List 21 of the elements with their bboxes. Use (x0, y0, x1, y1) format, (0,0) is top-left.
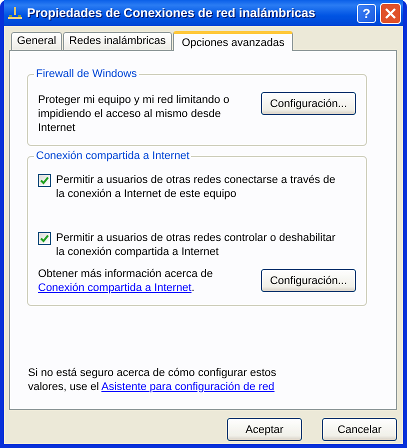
settings-button[interactable]: Configuración... (260, 269, 356, 292)
group-title: Conexión compartida a Internet (34, 150, 192, 163)
help-button[interactable]: ? (357, 4, 376, 22)
help-text: Si no está seguro acerca de cómo configurar estos valores, use el Asistente para configuración de red (28, 366, 278, 394)
tab[interactable]: General (11, 32, 62, 50)
description-text: Proteger mi equipo y mi red limitando o impidiendo el acceso al mismo desde Internet (38, 93, 230, 135)
tab[interactable]: Redes inalámbricas (63, 32, 172, 50)
checkbox[interactable] (38, 174, 51, 187)
info-link[interactable]: Conexión compartida a Internet (38, 282, 192, 294)
checkbox-label: Permitir a usuarios de otras redes conectarse a través de la conexión a Internet de este equipo (56, 173, 336, 201)
checkbox-label: Permitir a usuarios de otras redes controlar o deshabilitar la conexión compartida a Internet (56, 231, 336, 259)
info-text: Obtener más información acerca de Conexión compartida a Internet. (38, 267, 213, 295)
wizard-link[interactable]: Asistente para configuración de red (101, 381, 274, 393)
checkbox[interactable] (38, 232, 51, 245)
cancel-button[interactable]: Cancelar (322, 418, 397, 441)
close-icon[interactable] (380, 2, 401, 24)
tab[interactable]: Opciones avanzadas (172, 31, 294, 51)
network-icon (7, 5, 23, 21)
window-title: Propiedades de Conexiones de red inalámbricas (27, 6, 316, 20)
settings-button[interactable]: Configuración... (260, 92, 356, 115)
ok-button[interactable]: Aceptar (227, 418, 302, 441)
